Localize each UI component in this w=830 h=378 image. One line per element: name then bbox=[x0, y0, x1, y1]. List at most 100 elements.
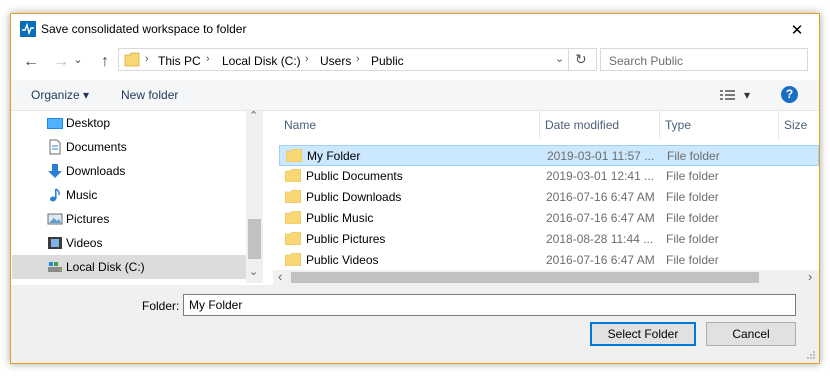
close-button[interactable]: ✕ bbox=[775, 14, 819, 44]
refresh-icon: ↻ bbox=[575, 51, 587, 67]
folder-icon bbox=[286, 149, 302, 162]
nav-item-pictures[interactable]: Pictures bbox=[12, 207, 246, 231]
view-options-button[interactable]: ▾ bbox=[744, 88, 750, 102]
organize-button[interactable]: Organize ▾ bbox=[31, 88, 89, 102]
file-date: 2016-07-16 6:47 AM bbox=[546, 253, 655, 267]
breadcrumb-local-disk[interactable]: Local Disk (C:) bbox=[222, 54, 301, 68]
music-icon bbox=[50, 188, 60, 202]
file-type: File folder bbox=[666, 211, 719, 225]
folder-icon bbox=[124, 52, 140, 67]
nav-item-music[interactable]: Music bbox=[12, 183, 246, 207]
address-history-button[interactable]: ⌄ bbox=[555, 52, 564, 65]
recent-locations-button[interactable]: ⌄ bbox=[71, 49, 85, 71]
new-folder-button[interactable]: New folder bbox=[121, 88, 178, 102]
file-row[interactable]: My Folder 2019-03-01 11:57 ... File fold… bbox=[279, 145, 819, 166]
hscroll-thumb[interactable] bbox=[291, 272, 759, 283]
column-divider[interactable] bbox=[659, 111, 660, 139]
back-button[interactable]: ← bbox=[21, 51, 41, 73]
videos-icon bbox=[48, 237, 62, 249]
file-row[interactable]: Public Videos 2016-07-16 6:47 AM File fo… bbox=[279, 250, 819, 271]
view-list-icon[interactable] bbox=[720, 89, 736, 101]
folder-icon bbox=[285, 169, 301, 182]
scroll-right-icon[interactable]: › bbox=[808, 269, 812, 284]
nav-item-label: Documents bbox=[66, 140, 127, 154]
dialog-title: Save consolidated workspace to folder bbox=[41, 22, 247, 36]
nav-item-label: Pictures bbox=[66, 212, 110, 226]
file-date: 2019-03-01 12:41 ... bbox=[546, 169, 655, 183]
arrow-right-icon: → bbox=[53, 53, 69, 70]
column-divider[interactable] bbox=[778, 111, 779, 139]
file-date: 2016-07-16 6:47 AM bbox=[546, 190, 655, 204]
help-button[interactable]: ? bbox=[781, 86, 798, 103]
select-folder-button[interactable]: Select Folder bbox=[590, 322, 696, 346]
organize-label: Organize bbox=[31, 88, 80, 102]
file-list-hscrollbar[interactable]: ‹ › bbox=[273, 269, 819, 285]
address-bar[interactable]: › This PC › Local Disk (C:) › Users › Pu… bbox=[118, 48, 597, 71]
breadcrumb-separator: › bbox=[206, 53, 210, 65]
file-type: File folder bbox=[666, 253, 719, 267]
column-header-size[interactable]: Size bbox=[784, 118, 807, 132]
breadcrumb-users[interactable]: Users bbox=[320, 54, 351, 68]
nav-item-label: Downloads bbox=[66, 164, 126, 178]
column-header-name[interactable]: Name bbox=[284, 118, 316, 132]
forward-button[interactable]: → bbox=[51, 51, 71, 73]
breadcrumb-this-pc[interactable]: This PC bbox=[158, 54, 201, 68]
pictures-icon bbox=[47, 213, 63, 225]
caret-down-icon: ▾ bbox=[83, 88, 90, 102]
nav-item-label: Music bbox=[66, 188, 98, 202]
address-divider bbox=[568, 49, 569, 70]
file-name: Public Documents bbox=[306, 169, 403, 183]
scroll-down-icon[interactable]: ⌄ bbox=[249, 265, 258, 278]
file-date: 2016-07-16 6:47 AM bbox=[546, 211, 655, 225]
sort-ascending-icon: ⌃ bbox=[413, 111, 422, 118]
breadcrumb-public[interactable]: Public bbox=[371, 54, 404, 68]
file-type: File folder bbox=[666, 190, 719, 204]
chevron-down-icon: ⌄ bbox=[555, 53, 565, 65]
folder-icon bbox=[285, 211, 301, 224]
nav-scrollbar[interactable]: ⌃ ⌄ bbox=[246, 109, 263, 283]
chevron-down-icon: ⌄ bbox=[73, 54, 83, 66]
file-row[interactable]: Public Downloads 2016-07-16 6:47 AM File… bbox=[279, 187, 819, 208]
nav-item-label: Videos bbox=[66, 236, 103, 250]
scroll-up-icon[interactable]: ⌃ bbox=[249, 109, 258, 122]
arrow-left-icon: ← bbox=[23, 53, 39, 70]
file-row[interactable]: Public Music 2016-07-16 6:47 AM File fol… bbox=[279, 208, 819, 229]
up-button[interactable]: ↑ bbox=[95, 51, 115, 73]
nav-item-label: Desktop bbox=[66, 116, 111, 130]
cancel-button[interactable]: Cancel bbox=[706, 322, 796, 346]
help-icon: ? bbox=[785, 87, 794, 101]
nav-scroll-thumb[interactable] bbox=[248, 219, 261, 259]
nav-item-label: Local Disk (C:) bbox=[66, 260, 145, 274]
file-type: File folder bbox=[666, 232, 719, 246]
drive-icon bbox=[48, 262, 62, 272]
search-input[interactable]: Search Public bbox=[600, 48, 808, 71]
column-header-date[interactable]: Date modified bbox=[545, 118, 619, 132]
file-row[interactable]: Public Pictures 2018-08-28 11:44 ... Fil… bbox=[279, 229, 819, 250]
file-name: Public Downloads bbox=[306, 190, 402, 204]
column-divider[interactable] bbox=[539, 111, 540, 139]
refresh-button[interactable]: ↻ bbox=[575, 51, 587, 68]
column-header-type[interactable]: Type bbox=[665, 118, 691, 132]
command-toolbar: Organize ▾ New folder ▾ ? bbox=[11, 80, 819, 111]
scroll-left-icon[interactable]: ‹ bbox=[278, 269, 282, 284]
folder-icon bbox=[285, 253, 301, 266]
desktop-icon bbox=[47, 118, 63, 129]
resize-grip-icon[interactable] bbox=[806, 350, 816, 360]
file-type: File folder bbox=[667, 149, 720, 163]
folder-label: Folder: bbox=[142, 299, 180, 313]
folder-name-input[interactable] bbox=[183, 294, 796, 316]
file-row[interactable]: Public Documents 2019-03-01 12:41 ... Fi… bbox=[279, 166, 819, 187]
file-name: Public Music bbox=[306, 211, 374, 225]
app-icon bbox=[20, 21, 36, 37]
downloads-icon bbox=[48, 164, 62, 178]
folder-icon bbox=[285, 190, 301, 203]
title-bar: Save consolidated workspace to folder ✕ bbox=[11, 14, 819, 44]
file-name: Public Videos bbox=[306, 253, 379, 267]
arrow-up-icon: ↑ bbox=[101, 53, 109, 70]
nav-item-desktop[interactable]: Desktop bbox=[12, 111, 246, 135]
nav-item-downloads[interactable]: Downloads bbox=[12, 159, 246, 183]
nav-item-videos[interactable]: Videos bbox=[12, 231, 246, 255]
nav-item-documents[interactable]: Documents bbox=[12, 135, 246, 159]
nav-item-local-disk[interactable]: Local Disk (C:) bbox=[12, 255, 246, 279]
breadcrumb-separator: › bbox=[356, 53, 360, 65]
